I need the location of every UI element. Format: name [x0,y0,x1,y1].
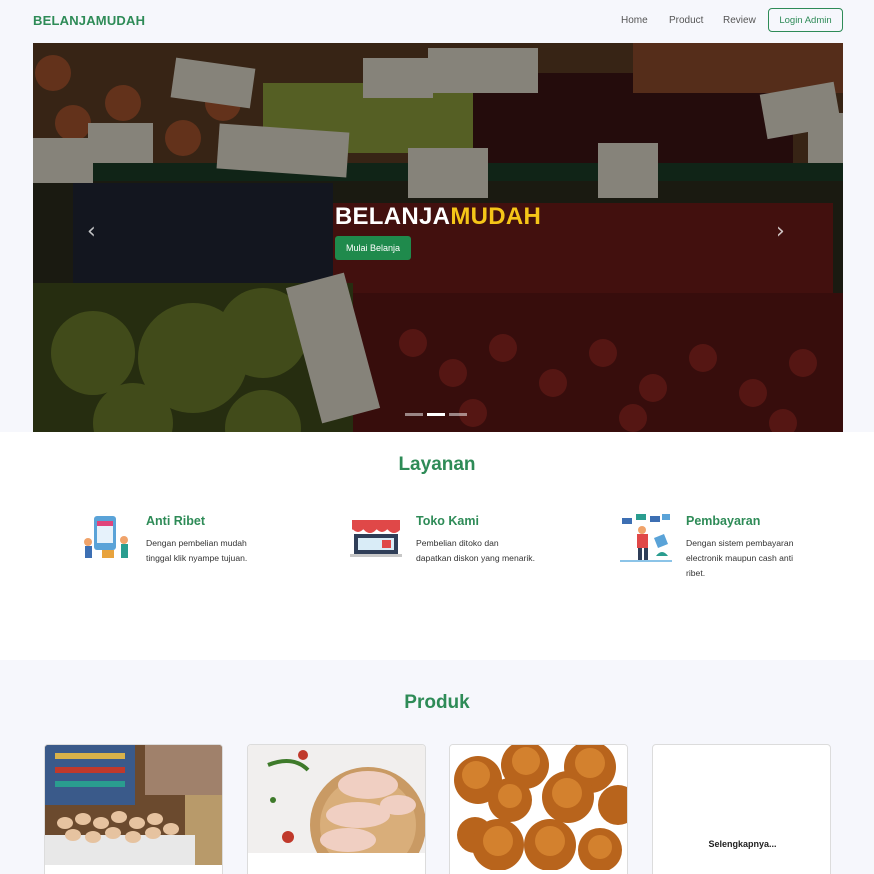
navbar: BELANJAMUDAH Home Product Review Login A… [0,0,874,42]
carousel-indicator[interactable] [449,413,467,416]
product-card-chicken[interactable] [247,744,426,874]
see-more-link[interactable]: Selengkapnya... [653,839,830,849]
hero-title-main: BELANJA [334,203,451,230]
service-title: Anti Ribet [146,514,206,528]
hero-overlay [33,43,843,432]
services-title: Layanan [398,454,476,475]
service-title: Toko Kami [416,514,479,528]
carousel-indicator-active[interactable] [427,413,445,416]
carousel-next-icon[interactable]: › [776,219,785,244]
payment-illustration-icon [620,514,672,562]
start-shopping-button[interactable]: Mulai Belanja [335,236,411,260]
service-description: Pembelian ditoko dan dapatkan diskon yan… [416,538,535,563]
product-card-eggs[interactable] [44,744,223,874]
products-section: Produk Selengkapnya... [0,660,874,874]
nav-link-review[interactable]: Review [723,15,756,26]
product-card-palm-sugar[interactable] [449,744,628,874]
online-shop-illustration-icon [84,516,128,558]
chicken-drumsticks-image [248,745,425,874]
login-admin-button[interactable]: Login Admin [768,8,843,32]
hero-title-accent: MUDAH [450,203,542,230]
service-anti-ribet: Anti Ribet Dengan pembelian mudah tingga… [80,512,280,592]
service-description: Dengan pembelian mudah tinggal klik nyam… [146,538,248,563]
carousel-prev-icon[interactable]: ‹ [87,219,96,244]
hero-title: BELANJAMUDAH [33,203,843,231]
nav-link-home[interactable]: Home [621,15,648,26]
service-title: Pembayaran [686,514,761,528]
brand-logo[interactable]: BELANJAMUDAH [33,13,145,28]
service-description: Dengan sistem pembayaran electronik maup… [686,538,794,578]
product-card-more[interactable]: Selengkapnya... [652,744,831,874]
nav-link-product[interactable]: Product [669,15,703,26]
service-pembayaran: Pembayaran Dengan sistem pembayaran elec… [620,512,820,592]
hero-carousel: BELANJAMUDAH Mulai Belanja ‹ › [33,43,843,432]
eggs-image [45,745,222,874]
store-icon [350,520,402,557]
products-title: Produk [404,692,470,713]
services-section: Layanan Anti Ribet Dengan pembelian muda… [0,432,874,660]
carousel-indicator[interactable] [405,413,423,416]
carousel-indicators [405,413,467,416]
palm-sugar-image [450,745,627,874]
service-toko-kami: Toko Kami Pembelian ditoko dan dapatkan … [350,512,550,592]
